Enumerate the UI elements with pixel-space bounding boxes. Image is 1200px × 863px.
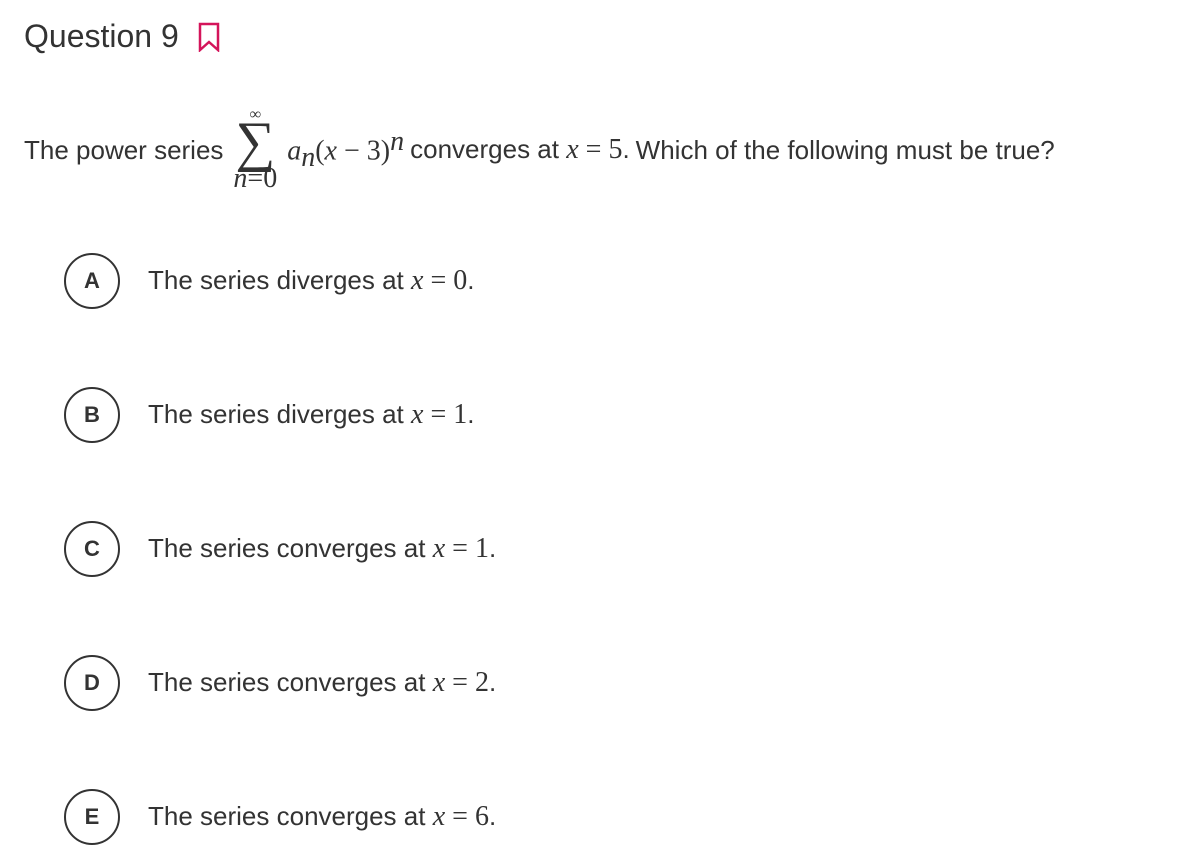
question-stem: The power series ∞ ∑ n=0 an(x − 3)n conv… — [24, 107, 1176, 193]
answer-text: The series converges at x = 1. — [148, 533, 496, 565]
answer-letter-circle[interactable]: C — [64, 521, 120, 577]
answer-letter-circle[interactable]: E — [64, 789, 120, 845]
answer-option-b[interactable]: B The series diverges at x = 1. — [64, 387, 1176, 443]
stem-suffix: Which of the following must be true? — [636, 132, 1055, 168]
sigma-symbol: ∞ ∑ n=0 — [233, 107, 277, 193]
answer-text: The series converges at x = 6. — [148, 801, 496, 833]
answer-letter-circle[interactable]: A — [64, 253, 120, 309]
sigma-lower: n=0 — [233, 165, 277, 193]
answer-text: The series diverges at x = 0. — [148, 265, 474, 297]
question-header: Question 9 — [24, 18, 1176, 55]
answer-option-d[interactable]: D The series converges at x = 2. — [64, 655, 1176, 711]
question-title: Question 9 — [24, 18, 179, 55]
answer-text: The series diverges at x = 1. — [148, 399, 474, 431]
answer-option-e[interactable]: E The series converges at x = 6. — [64, 789, 1176, 845]
answer-letter-circle[interactable]: D — [64, 655, 120, 711]
series-term: an(x − 3)n — [287, 122, 404, 177]
stem-prefix: The power series — [24, 132, 223, 168]
sigma-main: ∑ — [235, 119, 275, 167]
bookmark-icon[interactable] — [197, 22, 221, 52]
stem-mid: converges at x = 5. — [410, 130, 630, 169]
answer-option-a[interactable]: A The series diverges at x = 0. — [64, 253, 1176, 309]
answer-list: A The series diverges at x = 0. B The se… — [24, 253, 1176, 845]
answer-text: The series converges at x = 2. — [148, 667, 496, 699]
answer-option-c[interactable]: C The series converges at x = 1. — [64, 521, 1176, 577]
answer-letter-circle[interactable]: B — [64, 387, 120, 443]
